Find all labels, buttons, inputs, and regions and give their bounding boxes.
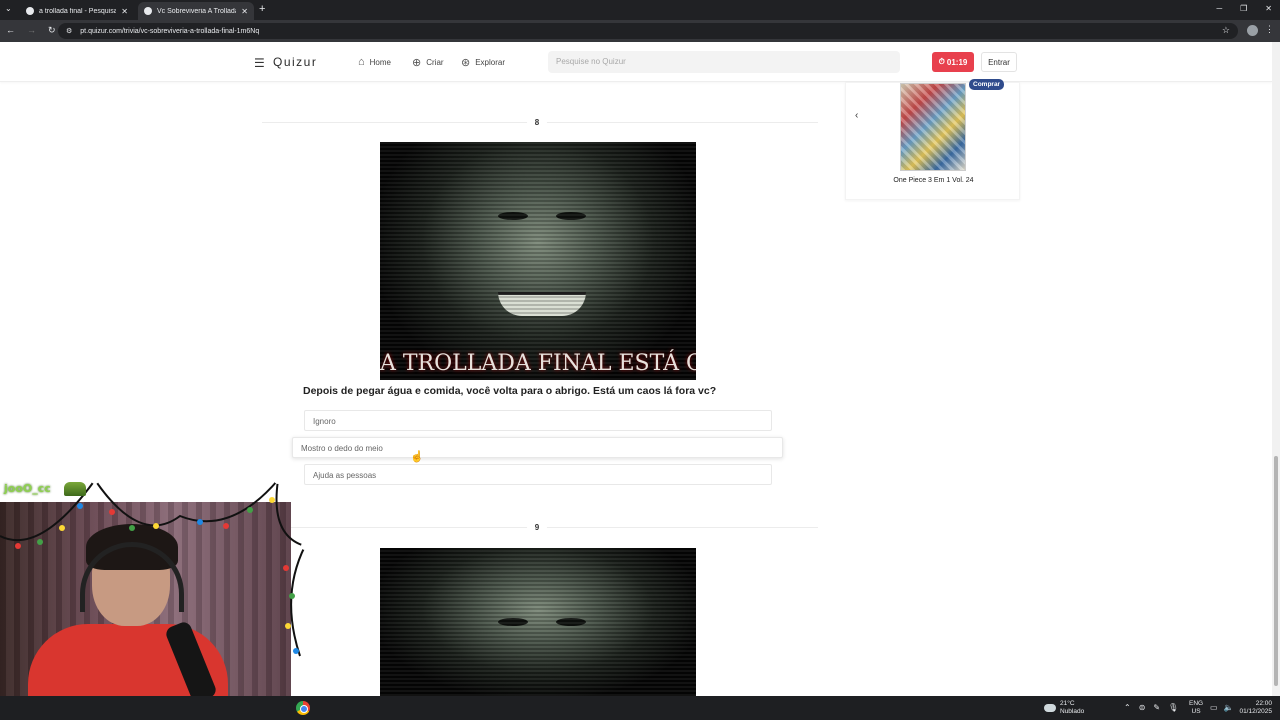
system-tray: ⌃ ⊜ ✎ 🎙 (1124, 703, 1178, 712)
window-controls: ─ ❐ ✕ (1216, 4, 1272, 13)
address-bar[interactable]: ⚙ pt.quizur.com/trivia/vc-sobreviveria-a… (58, 23, 1238, 39)
tab-search-icon[interactable]: ⌄ (5, 4, 12, 13)
answer-option[interactable]: Mostro o dedo do meio (292, 437, 783, 458)
search-input[interactable]: Pesquise no Quizur (548, 51, 900, 73)
clock-date: 01/12/2025 (1239, 708, 1272, 715)
temperature: 21°C (1060, 700, 1075, 707)
monitor-icon[interactable]: ▭ (1210, 703, 1218, 712)
nav-criar[interactable]: ⊕ Criar (412, 56, 444, 69)
site-logo[interactable]: Quizur (273, 55, 317, 69)
speaker-icon[interactable]: 🔈 (1224, 703, 1234, 712)
new-tab-icon[interactable]: + (259, 3, 265, 15)
site-info-icon[interactable]: ⚙ (66, 27, 72, 35)
plus-circle-icon: ⊕ (412, 57, 422, 69)
nav-buttons: ← → ↻ (6, 25, 56, 36)
question-number: 9 (527, 517, 547, 537)
nav-home-label: Home (369, 57, 391, 67)
sidebar-product-ad[interactable]: ‹ Comprar One Piece 3 Em 1 Vol. 24 (845, 79, 1021, 200)
weather-widget[interactable]: 21°C Nublado (1044, 700, 1084, 716)
browser-menu-icon[interactable]: ⋮ (1265, 24, 1274, 35)
lang-bottom: US (1191, 708, 1201, 715)
bookmark-star-icon[interactable]: ☆ (1222, 25, 1230, 36)
question-image: A TROLLADA FINAL ESTÁ CHEGANDO (380, 142, 696, 380)
nav-home[interactable]: ⌂ Home (358, 56, 391, 68)
nav-criar-label: Criar (426, 58, 444, 67)
cloud-icon (1044, 704, 1056, 712)
close-window-icon[interactable]: ✕ (1265, 4, 1272, 13)
webcam-overlay (0, 502, 291, 720)
os-taskbar: 21°C Nublado ⌃ ⊜ ✎ 🎙 ENG US ▭ 🔈 22:00 01… (0, 696, 1280, 720)
url-text: pt.quizur.com/trivia/vc-sobreviveria-a-t… (80, 27, 260, 35)
microphone-icon[interactable]: 🎙 (1168, 703, 1178, 712)
back-icon[interactable]: ← (6, 25, 15, 36)
nav-explorar-label: Explorar (475, 58, 506, 67)
tab-title: Vc Sobreviveria A Trollada Final (157, 7, 237, 15)
site-header: ☰ Quizur ⌂ Home ⊕ Criar ⊛ Explorar Pesqu… (0, 42, 1272, 82)
browser-tabstrip: ⌄ a trollada final - Pesquisa Google ✕ V… (0, 0, 1280, 20)
compass-icon: ⊛ (461, 57, 471, 69)
close-tab-icon[interactable]: ✕ (121, 7, 128, 16)
forward-icon[interactable]: → (27, 25, 36, 36)
tab-title: a trollada final - Pesquisa Google (39, 7, 117, 15)
product-cover-image[interactable] (900, 83, 966, 171)
nav-explorar[interactable]: ⊛ Explorar (461, 56, 505, 69)
question-text: Depois de pegar água e comida, você volt… (303, 385, 717, 397)
google-favicon-icon (26, 7, 34, 15)
tab-quizur-active[interactable]: Vc Sobreviveria A Trollada Final ✕ (138, 2, 254, 20)
weather-condition: Nublado (1060, 708, 1085, 715)
quizur-favicon-icon (144, 7, 152, 15)
profile-avatar[interactable] (1247, 25, 1258, 36)
scrollbar-thumb[interactable] (1274, 456, 1278, 686)
browser-toolbar: ← → ↻ ⚙ pt.quizur.com/trivia/vc-sobreviv… (0, 20, 1280, 42)
image-caption: A TROLLADA FINAL ESTÁ CHEGANDO (380, 351, 696, 376)
lang-top: ENG (1189, 700, 1204, 707)
streamer-username: jooO_cc (4, 482, 51, 495)
taskbar-clock[interactable]: 22:00 01/12/2025 (1238, 700, 1272, 716)
reload-icon[interactable]: ↻ (48, 25, 56, 36)
timer-value: 01:19 (946, 57, 968, 67)
close-tab-icon[interactable]: ✕ (241, 7, 248, 16)
timer-icon: ⏱ (938, 57, 945, 66)
hamburger-menu-icon[interactable]: ☰ (254, 56, 265, 70)
minimize-icon[interactable]: ─ (1216, 4, 1222, 13)
clock-time: 22:00 (1255, 700, 1272, 707)
system-tray-status: ▭ 🔈 (1210, 703, 1234, 712)
question-image (380, 548, 696, 696)
home-icon: ⌂ (358, 56, 365, 68)
answer-option[interactable]: Ajuda as pessoas (304, 464, 772, 485)
language-indicator[interactable]: ENG US (1189, 700, 1203, 716)
question-number: 8 (527, 112, 547, 132)
pen-icon[interactable]: ✎ (1153, 703, 1160, 712)
mouse-cursor-icon: ☝ (410, 451, 424, 463)
product-title[interactable]: One Piece 3 Em 1 Vol. 24 (846, 177, 1021, 184)
streamer-emote-icon (64, 482, 86, 496)
restore-icon[interactable]: ❐ (1240, 4, 1247, 13)
chevron-left-icon[interactable]: ‹ (855, 110, 858, 121)
answer-option[interactable]: Ignoro (304, 410, 772, 431)
chevron-up-icon[interactable]: ⌃ (1124, 703, 1131, 712)
login-button[interactable]: Entrar (981, 52, 1017, 72)
quiz-timer-button[interactable]: ⏱ 01:19 (932, 52, 974, 72)
tab-google-search[interactable]: a trollada final - Pesquisa Google ✕ (20, 2, 134, 20)
chrome-app-icon[interactable] (296, 701, 310, 715)
network-icon[interactable]: ⊜ (1139, 703, 1146, 712)
buy-badge[interactable]: Comprar (969, 79, 1005, 90)
